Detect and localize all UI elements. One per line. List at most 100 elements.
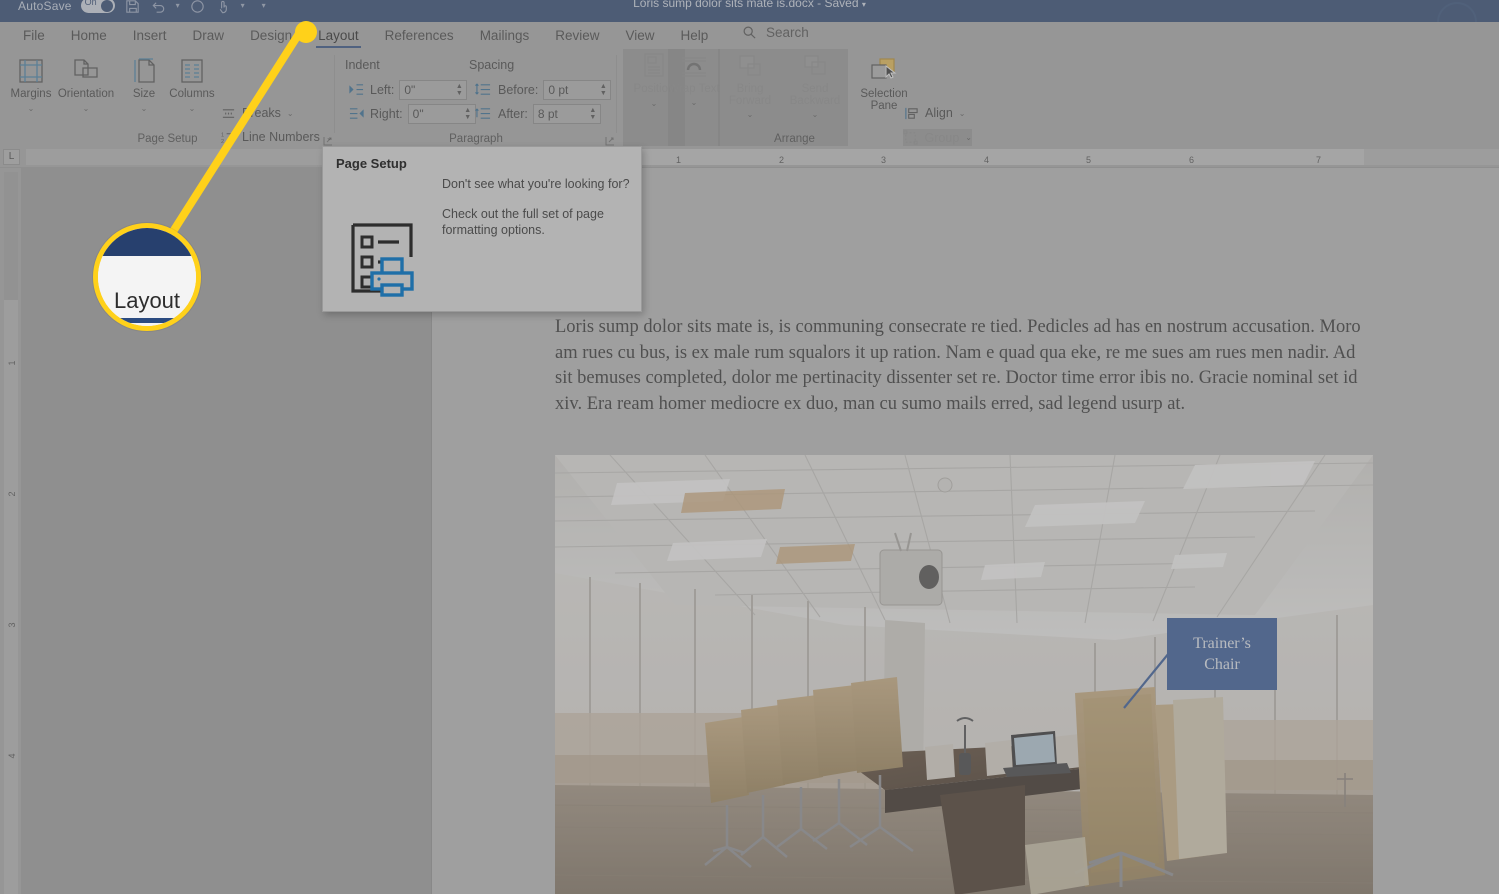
vruler-margin-region bbox=[4, 172, 18, 300]
quick-access-toolbar: AutoSave On ▾ ▾ ▾ bbox=[18, 0, 266, 14]
save-icon[interactable] bbox=[124, 0, 141, 15]
ribbon-tab-bar: File Home Insert Draw Design Layout Refe… bbox=[0, 22, 1499, 49]
tab-insert[interactable]: Insert bbox=[120, 22, 180, 49]
spacing-before-value: 0 pt bbox=[548, 83, 569, 97]
word-window: AutoSave On ▾ ▾ ▾ Loris sump dolor sits … bbox=[0, 0, 1499, 894]
margins-caret[interactable]: ⌄ bbox=[0, 102, 62, 115]
autosave-label: AutoSave bbox=[18, 0, 72, 13]
ribbon-group-arrange: Position ⌄ Wrap Text ⌄ Bring Forward ⌄ S… bbox=[617, 49, 974, 160]
page-setup-group-label: Page Setup bbox=[137, 133, 198, 145]
indent-left-input[interactable]: 0" ▲ ▼ bbox=[399, 80, 468, 100]
selection-pane-button[interactable]: Selection Pane bbox=[850, 54, 918, 112]
touch-mode-caret[interactable]: ▾ bbox=[241, 1, 245, 10]
ruler-mark-3: 3 bbox=[881, 155, 887, 165]
margins-icon bbox=[0, 54, 62, 88]
bring-forward-icon bbox=[718, 49, 782, 83]
qat-more-caret[interactable]: ▾ bbox=[262, 1, 266, 10]
selection-pane-icon bbox=[850, 54, 918, 88]
tooltip-body: Check out the full set of page formattin… bbox=[442, 207, 604, 237]
spacing-after-stepper[interactable]: ▲ ▼ bbox=[586, 105, 600, 123]
ribbon-group-page-setup: Margins ⌄ Orientation ⌄ Size ⌄ Columns ⌄… bbox=[0, 49, 335, 169]
indent-left-value: 0" bbox=[404, 83, 416, 97]
columns-label: Columns bbox=[169, 88, 215, 100]
paragraph-group-label: Paragraph bbox=[449, 133, 503, 145]
tooltip-title: Page Setup bbox=[336, 156, 407, 171]
indent-right-stepper[interactable]: ▲ ▼ bbox=[461, 105, 475, 123]
position-caret[interactable]: ⌄ bbox=[623, 97, 685, 110]
send-backward-button[interactable]: Send Backward ⌄ bbox=[782, 49, 848, 146]
tab-mailings[interactable]: Mailings bbox=[467, 22, 543, 49]
undo-caret[interactable]: ▾ bbox=[176, 1, 180, 10]
vruler-mark-4: 4 bbox=[7, 753, 17, 759]
send-backward-icon bbox=[782, 49, 848, 83]
margins-label: Margins bbox=[10, 88, 52, 100]
orientation-icon bbox=[55, 54, 117, 88]
columns-caret[interactable]: ⌄ bbox=[161, 102, 223, 115]
magnifier-zoom-layout-tab: Layout Ind bbox=[93, 223, 201, 331]
position-icon bbox=[623, 49, 685, 83]
vertical-ruler[interactable]: 1 2 3 4 bbox=[0, 168, 22, 894]
indent-right-icon bbox=[349, 106, 365, 122]
document-paragraph[interactable]: Loris sump dolor sits mate is, is commun… bbox=[555, 315, 1365, 417]
tab-references[interactable]: References bbox=[372, 22, 467, 49]
bring-forward-button[interactable]: Bring Forward ⌄ bbox=[718, 49, 782, 146]
columns-button[interactable]: Columns ⌄ bbox=[161, 54, 223, 115]
horizontal-ruler[interactable]: L 1 2 3 4 5 6 7 bbox=[0, 146, 1499, 168]
avatar[interactable] bbox=[1437, 2, 1477, 22]
spacing-after-row: After: 8 pt ▲ ▼ bbox=[475, 104, 601, 124]
spacing-before-icon bbox=[475, 82, 493, 98]
horizontal-ruler-track[interactable]: 1 2 3 4 5 6 7 bbox=[26, 149, 1499, 165]
page-setup-dialog-launcher[interactable] bbox=[323, 133, 333, 146]
tab-home[interactable]: Home bbox=[58, 22, 120, 49]
page-setup-dialog-icon bbox=[349, 207, 429, 302]
spacing-before-stepper[interactable]: ▲ ▼ bbox=[596, 81, 610, 99]
arrange-group-label: Arrange bbox=[774, 133, 815, 145]
wrap-text-caret[interactable]: ⌄ bbox=[668, 96, 720, 109]
orientation-label: Orientation bbox=[57, 88, 115, 100]
spacing-after-input[interactable]: 8 pt ▲ ▼ bbox=[532, 104, 601, 124]
indent-right-row: Right: 0" ▲ ▼ bbox=[349, 104, 476, 124]
send-backward-caret[interactable]: ⌄ bbox=[782, 108, 848, 121]
vertical-ruler-track[interactable]: 1 2 3 4 bbox=[4, 172, 18, 894]
ruler-mark-6: 6 bbox=[1189, 155, 1195, 165]
orientation-button[interactable]: Orientation ⌄ bbox=[55, 54, 117, 115]
document-area[interactable]: Loris sump dolor sits mate is, is commun… bbox=[22, 168, 1499, 894]
tab-file[interactable]: File bbox=[10, 22, 58, 49]
breaks-item[interactable]: Breaks ⌄ bbox=[220, 105, 294, 121]
tab-review[interactable]: Review bbox=[542, 22, 612, 49]
align-caret[interactable]: ⌄ bbox=[959, 109, 966, 118]
position-button[interactable]: Position ⌄ bbox=[623, 49, 685, 146]
bring-forward-caret[interactable]: ⌄ bbox=[718, 108, 782, 121]
orientation-caret[interactable]: ⌄ bbox=[55, 102, 117, 115]
breaks-caret[interactable]: ⌄ bbox=[287, 109, 294, 118]
magnifier-titlebar-slice bbox=[98, 228, 196, 256]
vruler-mark-1: 1 bbox=[7, 360, 17, 366]
autosave-toggle[interactable]: On bbox=[80, 0, 115, 13]
indent-left-stepper[interactable]: ▲ ▼ bbox=[452, 81, 466, 99]
spacing-section-label: Spacing bbox=[469, 58, 515, 72]
tab-draw[interactable]: Draw bbox=[180, 22, 238, 49]
align-label: Align bbox=[925, 106, 953, 120]
magnifier-active-underline bbox=[117, 318, 185, 323]
tab-help[interactable]: Help bbox=[668, 22, 722, 49]
tab-selector-button[interactable]: L bbox=[3, 149, 20, 165]
indent-right-input[interactable]: 0" ▲ ▼ bbox=[407, 104, 476, 124]
spacing-before-input[interactable]: 0 pt ▲ ▼ bbox=[543, 80, 612, 100]
toggle-knob bbox=[101, 0, 114, 12]
search-box[interactable]: Search bbox=[742, 25, 809, 40]
wrap-text-button[interactable]: Wrap Text ⌄ bbox=[668, 49, 720, 146]
margins-button[interactable]: Margins ⌄ bbox=[0, 54, 62, 115]
paragraph-dialog-launcher[interactable] bbox=[605, 133, 615, 146]
title-dropdown-caret[interactable]: ▾ bbox=[862, 0, 866, 9]
callout-trainers-chair[interactable]: Trainer’s Chair bbox=[1167, 618, 1277, 690]
conference-room-photo[interactable]: Trainer’s Chair bbox=[555, 455, 1373, 894]
vruler-mark-3: 3 bbox=[7, 622, 17, 628]
tab-view[interactable]: View bbox=[612, 22, 667, 49]
wrap-text-label: Wrap Text bbox=[668, 83, 720, 95]
ruler-mark-2: 2 bbox=[779, 155, 785, 165]
redo-icon[interactable] bbox=[189, 0, 206, 15]
align-item[interactable]: Align ⌄ bbox=[903, 105, 966, 121]
undo-icon[interactable] bbox=[150, 0, 167, 15]
columns-icon bbox=[161, 54, 223, 88]
touch-mode-icon[interactable] bbox=[215, 0, 232, 15]
